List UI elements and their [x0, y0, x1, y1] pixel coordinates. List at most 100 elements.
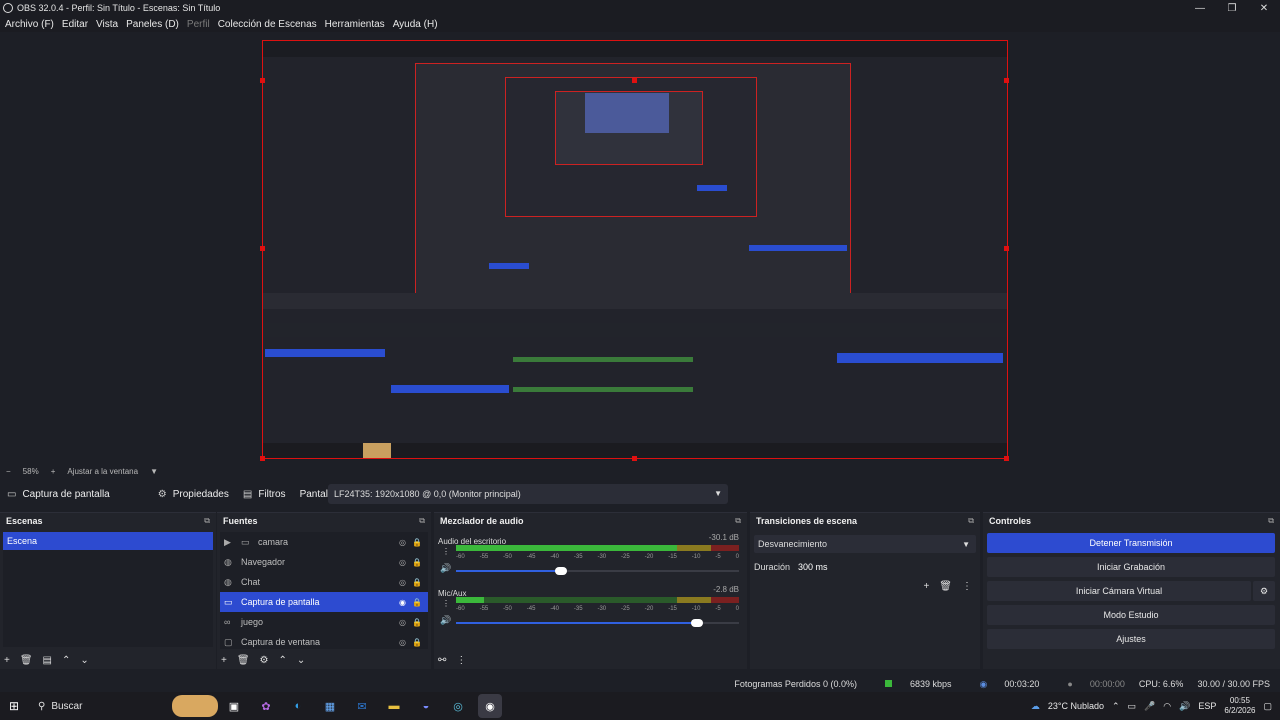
clock[interactable]: 00:55 6/2/2026 [1224, 696, 1255, 716]
copilot-icon[interactable]: ✿ [254, 694, 278, 718]
virtual-camera-settings-button[interactable]: ⚙ [1253, 581, 1275, 601]
task-view-icon[interactable]: ▣ [222, 694, 246, 718]
source-toolbar: ▭ Captura de pantalla ⚙ Propiedades ▤ Fi… [0, 483, 1280, 505]
volume-icon[interactable]: 🔊 [1179, 701, 1190, 712]
eye-off-icon[interactable]: ◎ [399, 558, 406, 567]
eye-off-icon[interactable]: ◎ [399, 578, 406, 587]
source-item-chat[interactable]: ◍ Chat ◎ 🔒 [220, 572, 428, 592]
minimize-icon[interactable]: — [1184, 0, 1216, 16]
undock-icon[interactable]: ⧉ [419, 516, 425, 526]
eye-icon[interactable]: ◉ [399, 598, 406, 607]
undock-icon[interactable]: ⧉ [1268, 516, 1274, 526]
menu-vista[interactable]: Vista [96, 19, 118, 30]
scene-item[interactable]: Escena [3, 532, 213, 550]
lock-icon[interactable]: 🔒 [412, 638, 422, 647]
file-explorer-icon[interactable]: ▬ [382, 694, 406, 718]
edge-icon[interactable]: ◐ [286, 694, 310, 718]
chevron-down-icon[interactable]: ▼ [150, 467, 158, 476]
source-item-captura-pantalla[interactable]: ▭ Captura de pantalla ◉ 🔒 [220, 592, 428, 612]
studio-mode-button[interactable]: Modo Estudio [987, 605, 1275, 625]
lock-icon[interactable]: 🔒 [412, 598, 422, 607]
more-icon[interactable]: ⋮ [442, 599, 450, 608]
store-icon[interactable]: ▦ [318, 694, 342, 718]
transition-select[interactable]: Desvanecimiento ▼ [754, 535, 976, 553]
menu-archivo[interactable]: Archivo (F) [5, 19, 54, 30]
menu-paneles[interactable]: Paneles (D) [126, 19, 179, 30]
eye-off-icon[interactable]: ◎ [399, 638, 406, 647]
speaker-icon[interactable]: 🔊 [440, 615, 451, 626]
tray-apps-icon[interactable]: ▭ [1128, 701, 1137, 712]
filters-button[interactable]: ▤ Filtros [243, 489, 286, 500]
chevron-right-icon[interactable]: ▶ [224, 537, 236, 548]
taskbar-search[interactable]: ⚲ Buscar [38, 695, 218, 717]
more-icon[interactable]: ⋮ [456, 655, 466, 666]
undock-icon[interactable]: ⧉ [204, 516, 210, 526]
lock-icon[interactable]: 🔒 [412, 538, 422, 547]
trash-icon[interactable]: 🗑 [939, 581, 952, 592]
arrow-up-icon[interactable]: ⌃ [279, 655, 287, 666]
menu-coleccion-escenas[interactable]: Colección de Escenas [218, 19, 317, 30]
arrow-down-icon[interactable]: ⌄ [297, 655, 305, 666]
eye-off-icon[interactable]: ◎ [399, 538, 406, 547]
settings-button[interactable]: Ajustes [987, 629, 1275, 649]
start-recording-button[interactable]: Iniciar Grabación [987, 557, 1275, 577]
duration-input[interactable]: 300 ms [794, 559, 974, 575]
broadcast-icon: ◉ [979, 678, 988, 689]
browser-icon[interactable]: ◎ [446, 694, 470, 718]
volume-slider-mic[interactable] [456, 619, 739, 627]
menu-editar[interactable]: Editar [62, 19, 88, 30]
undock-icon[interactable]: ⧉ [968, 516, 974, 526]
menu-herramientas[interactable]: Herramientas [325, 19, 385, 30]
obs-taskbar-icon[interactable]: ◉ [478, 694, 502, 718]
gear-icon[interactable]: ⚙ [260, 655, 269, 666]
arrow-down-icon[interactable]: ⌄ [80, 655, 88, 666]
stop-stream-button[interactable]: Detener Transmisión [987, 533, 1275, 553]
add-icon[interactable]: + [4, 655, 10, 666]
transitions-title: Transiciones de escena [756, 516, 858, 526]
add-icon[interactable]: + [221, 655, 227, 666]
source-item-camara[interactable]: ▶ ▭ camara ◎ 🔒 [220, 532, 428, 552]
menu-perfil[interactable]: Perfil [187, 19, 210, 30]
wifi-icon[interactable]: ◠ [1163, 701, 1171, 712]
arrow-up-icon[interactable]: ⌃ [62, 655, 70, 666]
source-item-juego[interactable]: ∞ juego ◎ 🔒 [220, 612, 428, 632]
zoom-in-button[interactable]: + [51, 467, 56, 476]
preview-canvas[interactable] [262, 40, 1008, 459]
zoom-fit-select[interactable]: Ajustar a la ventana [67, 467, 138, 476]
more-icon[interactable]: ⋮ [442, 547, 450, 556]
more-icon[interactable]: ⋮ [962, 581, 972, 592]
display-select[interactable]: LF24T35: 1920x1080 @ 0,0 (Monitor princi… [328, 484, 728, 504]
trash-icon[interactable]: 🗑 [237, 655, 250, 666]
language-indicator[interactable]: ESP [1198, 701, 1216, 711]
undock-icon[interactable]: ⧉ [735, 516, 741, 526]
properties-button[interactable]: ⚙ Propiedades [158, 489, 229, 500]
notification-icon[interactable]: ▢ [1263, 701, 1272, 712]
volume-slider-desktop[interactable] [456, 567, 739, 575]
add-icon[interactable]: + [923, 581, 929, 592]
start-virtual-camera-button[interactable]: Iniciar Cámara Virtual [987, 581, 1251, 601]
discord-icon[interactable]: ◒ [414, 694, 438, 718]
lock-icon[interactable]: 🔒 [412, 578, 422, 587]
weather-text[interactable]: 23°C Nublado [1048, 701, 1104, 711]
speaker-icon[interactable]: 🔊 [440, 563, 451, 574]
menu-ayuda[interactable]: Ayuda (H) [393, 19, 438, 30]
lock-icon[interactable]: 🔒 [412, 618, 422, 627]
source-item-navegador[interactable]: ◍ Navegador ◎ 🔒 [220, 552, 428, 572]
chevron-up-icon[interactable]: ⌃ [1112, 701, 1120, 712]
zoom-out-button[interactable]: − [6, 467, 11, 476]
close-icon[interactable]: ✕ [1248, 0, 1280, 16]
trash-icon[interactable]: 🗑 [20, 655, 33, 666]
link-icon[interactable]: ⚯ [438, 655, 446, 666]
microphone-icon[interactable]: 🎤 [1144, 701, 1155, 712]
monitor-icon: ▭ [224, 596, 233, 607]
mail-icon[interactable]: ✉ [350, 694, 374, 718]
windows-start-icon[interactable]: ⊞ [0, 692, 28, 720]
eye-off-icon[interactable]: ◎ [399, 618, 406, 627]
folder-icon: ▭ [241, 536, 250, 547]
duration-label: Duración [754, 562, 791, 572]
restore-icon[interactable]: ❐ [1216, 0, 1248, 16]
source-item-captura-ventana[interactable]: ▢ Captura de ventana ◎ 🔒 [220, 632, 428, 652]
filter-icon[interactable]: ▤ [43, 655, 52, 666]
lock-icon[interactable]: 🔒 [412, 558, 422, 567]
controls-dock: Controles ⧉ Detener Transmisión Iniciar G… [983, 512, 1280, 669]
